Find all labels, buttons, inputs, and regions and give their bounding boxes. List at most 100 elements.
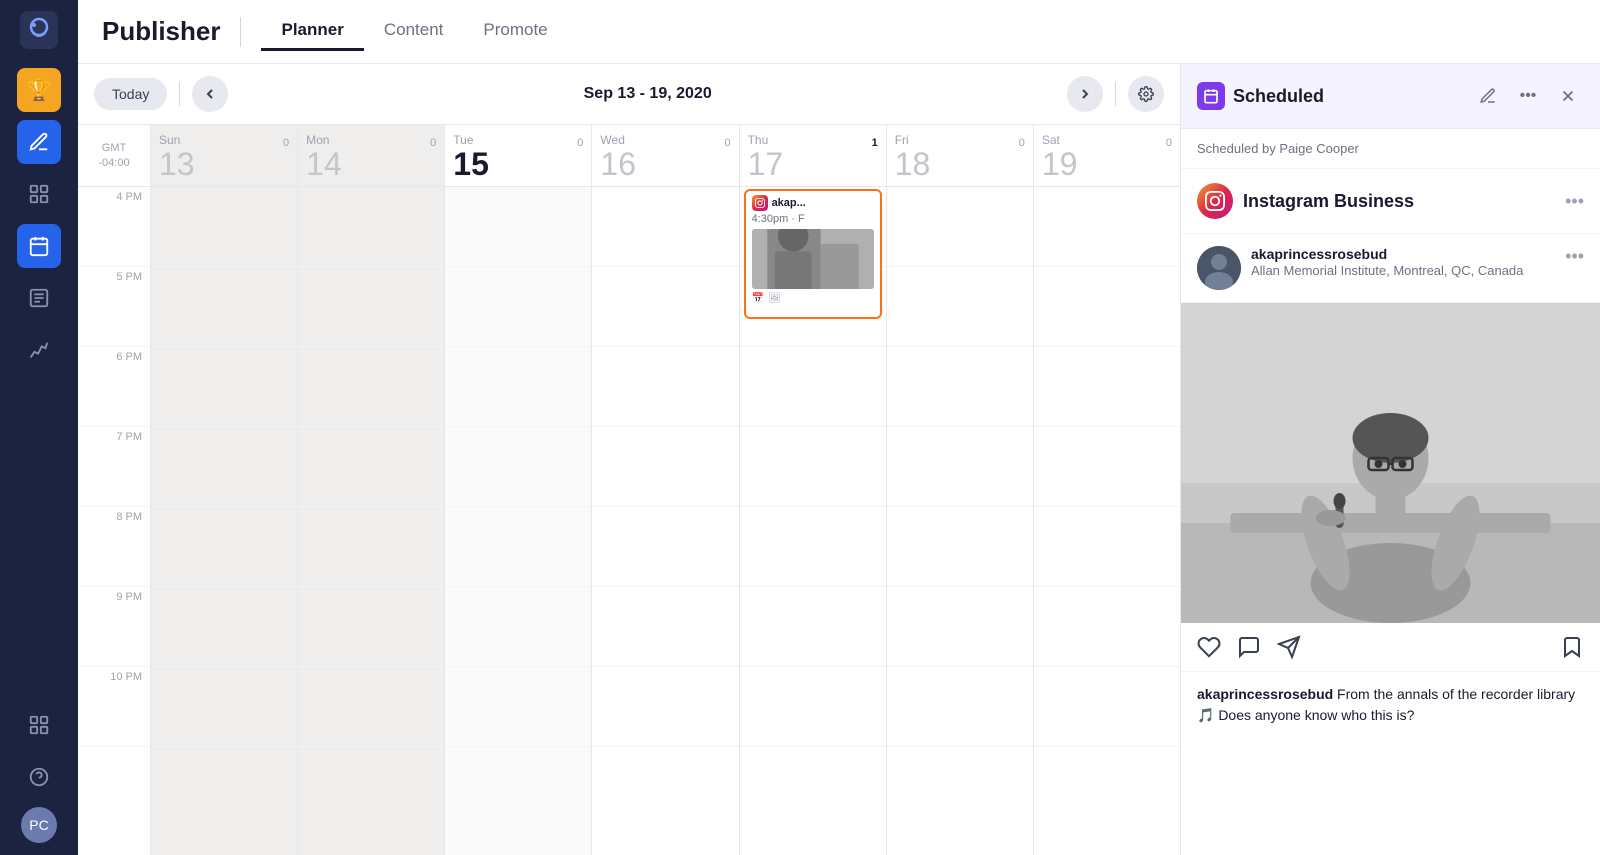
hour-slot[interactable]: [151, 667, 297, 747]
day-col-sat[interactable]: [1033, 187, 1180, 855]
hour-slot[interactable]: [887, 187, 1033, 267]
hour-slot[interactable]: [592, 187, 738, 267]
more-options-button[interactable]: •••: [1512, 80, 1544, 112]
day-col-wed[interactable]: [591, 187, 738, 855]
hour-slot[interactable]: [445, 507, 591, 587]
hour-slot[interactable]: [887, 347, 1033, 427]
hour-slot[interactable]: [151, 507, 297, 587]
hour-slot[interactable]: [1034, 347, 1180, 427]
panel-title: Scheduled: [1233, 86, 1464, 107]
day-col-sun[interactable]: [150, 187, 297, 855]
event-thumbnail: [752, 229, 874, 289]
hour-slot[interactable]: [887, 667, 1033, 747]
hour-slot[interactable]: [151, 427, 297, 507]
time-slot-5pm: 5 PM: [78, 267, 150, 347]
hour-slot[interactable]: [298, 187, 444, 267]
calendar-settings-button[interactable]: [1128, 76, 1164, 112]
instagram-platform-icon: [1197, 183, 1233, 219]
hour-slot[interactable]: [298, 507, 444, 587]
hour-slot[interactable]: [592, 507, 738, 587]
day-header-mon: Mon 14 0: [297, 125, 444, 186]
sidebar-item-calendar[interactable]: [17, 224, 61, 268]
hour-slot[interactable]: [1034, 667, 1180, 747]
hour-slot[interactable]: [592, 587, 738, 667]
bookmark-button[interactable]: [1560, 635, 1584, 659]
sidebar-item-rewards[interactable]: 🏆: [17, 68, 61, 112]
tab-planner[interactable]: Planner: [261, 12, 363, 51]
calendar-container: Today Sep 13 - 19, 2020: [78, 64, 1600, 855]
account-more-button[interactable]: •••: [1565, 191, 1584, 212]
time-slot-4pm: 4 PM: [78, 187, 150, 267]
hour-slot[interactable]: [298, 267, 444, 347]
hour-slot[interactable]: [151, 347, 297, 427]
prev-week-button[interactable]: [192, 76, 228, 112]
hour-slot[interactable]: [592, 267, 738, 347]
calendar-main: Today Sep 13 - 19, 2020: [78, 64, 1180, 855]
sidebar-item-dashboard[interactable]: [17, 172, 61, 216]
sidebar-item-help[interactable]: [17, 755, 61, 799]
hour-slot[interactable]: [298, 587, 444, 667]
hour-slot[interactable]: [151, 587, 297, 667]
hour-slot[interactable]: [740, 667, 886, 747]
hour-slot[interactable]: [445, 587, 591, 667]
next-week-button[interactable]: [1067, 76, 1103, 112]
hour-slot[interactable]: [740, 347, 886, 427]
hour-slot[interactable]: [151, 267, 297, 347]
hour-slot[interactable]: [445, 267, 591, 347]
hour-slot[interactable]: [887, 267, 1033, 347]
tab-promote[interactable]: Promote: [463, 12, 567, 51]
sidebar-item-analytics[interactable]: [17, 328, 61, 372]
day-col-fri[interactable]: [886, 187, 1033, 855]
comment-button[interactable]: [1237, 635, 1261, 659]
day-col-mon[interactable]: [297, 187, 444, 855]
hour-slot[interactable]: [887, 507, 1033, 587]
instagram-icon: [752, 195, 768, 211]
hour-slot[interactable]: [1034, 427, 1180, 507]
like-button[interactable]: [1197, 635, 1221, 659]
close-panel-button[interactable]: [1552, 80, 1584, 112]
time-slot-6pm: 6 PM: [78, 347, 150, 427]
day-col-tue[interactable]: [444, 187, 591, 855]
hour-slot[interactable]: [298, 427, 444, 507]
panel-platform-account: Instagram Business •••: [1181, 169, 1600, 234]
hour-slot[interactable]: [592, 347, 738, 427]
right-panel: Scheduled •••: [1180, 64, 1600, 855]
event-card[interactable]: akap... 4:30pm · F: [744, 189, 882, 319]
hour-slot[interactable]: [298, 667, 444, 747]
toolbar-divider-2: [1115, 82, 1116, 106]
hour-slot[interactable]: [445, 347, 591, 427]
post-account-info: akaprincessrosebud Allan Memorial Instit…: [1251, 246, 1555, 280]
hour-slot[interactable]: [592, 427, 738, 507]
sidebar-item-compose[interactable]: [17, 120, 61, 164]
hour-slot[interactable]: [592, 667, 738, 747]
user-avatar[interactable]: PC: [21, 807, 57, 843]
hour-slot[interactable]: [887, 427, 1033, 507]
sidebar-item-tasks[interactable]: [17, 276, 61, 320]
hour-slot[interactable]: [1034, 187, 1180, 267]
hour-slot[interactable]: [1034, 587, 1180, 667]
hour-slot[interactable]: [445, 667, 591, 747]
app-logo[interactable]: [17, 8, 61, 52]
hour-slot[interactable]: [740, 507, 886, 587]
hour-slot[interactable]: [445, 187, 591, 267]
image-mini-icon: 🖼: [768, 293, 781, 304]
today-button[interactable]: Today: [94, 78, 167, 110]
hour-slot[interactable]: [740, 427, 886, 507]
hour-slot-4pm-thu[interactable]: akap... 4:30pm · F: [740, 187, 886, 267]
edit-button[interactable]: [1472, 80, 1504, 112]
day-header-sun: Sun 13 0: [150, 125, 297, 186]
hour-slot[interactable]: [445, 427, 591, 507]
hour-slot[interactable]: [1034, 267, 1180, 347]
tab-content[interactable]: Content: [364, 12, 464, 51]
hour-slot[interactable]: [740, 587, 886, 667]
hour-slot[interactable]: [1034, 507, 1180, 587]
day-col-thu[interactable]: akap... 4:30pm · F: [739, 187, 886, 855]
hour-slot[interactable]: [887, 587, 1033, 667]
sidebar-item-apps[interactable]: [17, 703, 61, 747]
day-header-thu: Thu 17 1: [739, 125, 886, 186]
post-action-buttons: [1181, 623, 1600, 672]
hour-slot[interactable]: [298, 347, 444, 427]
hour-slot[interactable]: [151, 187, 297, 267]
share-button[interactable]: [1277, 635, 1301, 659]
post-more-button[interactable]: •••: [1565, 246, 1584, 267]
